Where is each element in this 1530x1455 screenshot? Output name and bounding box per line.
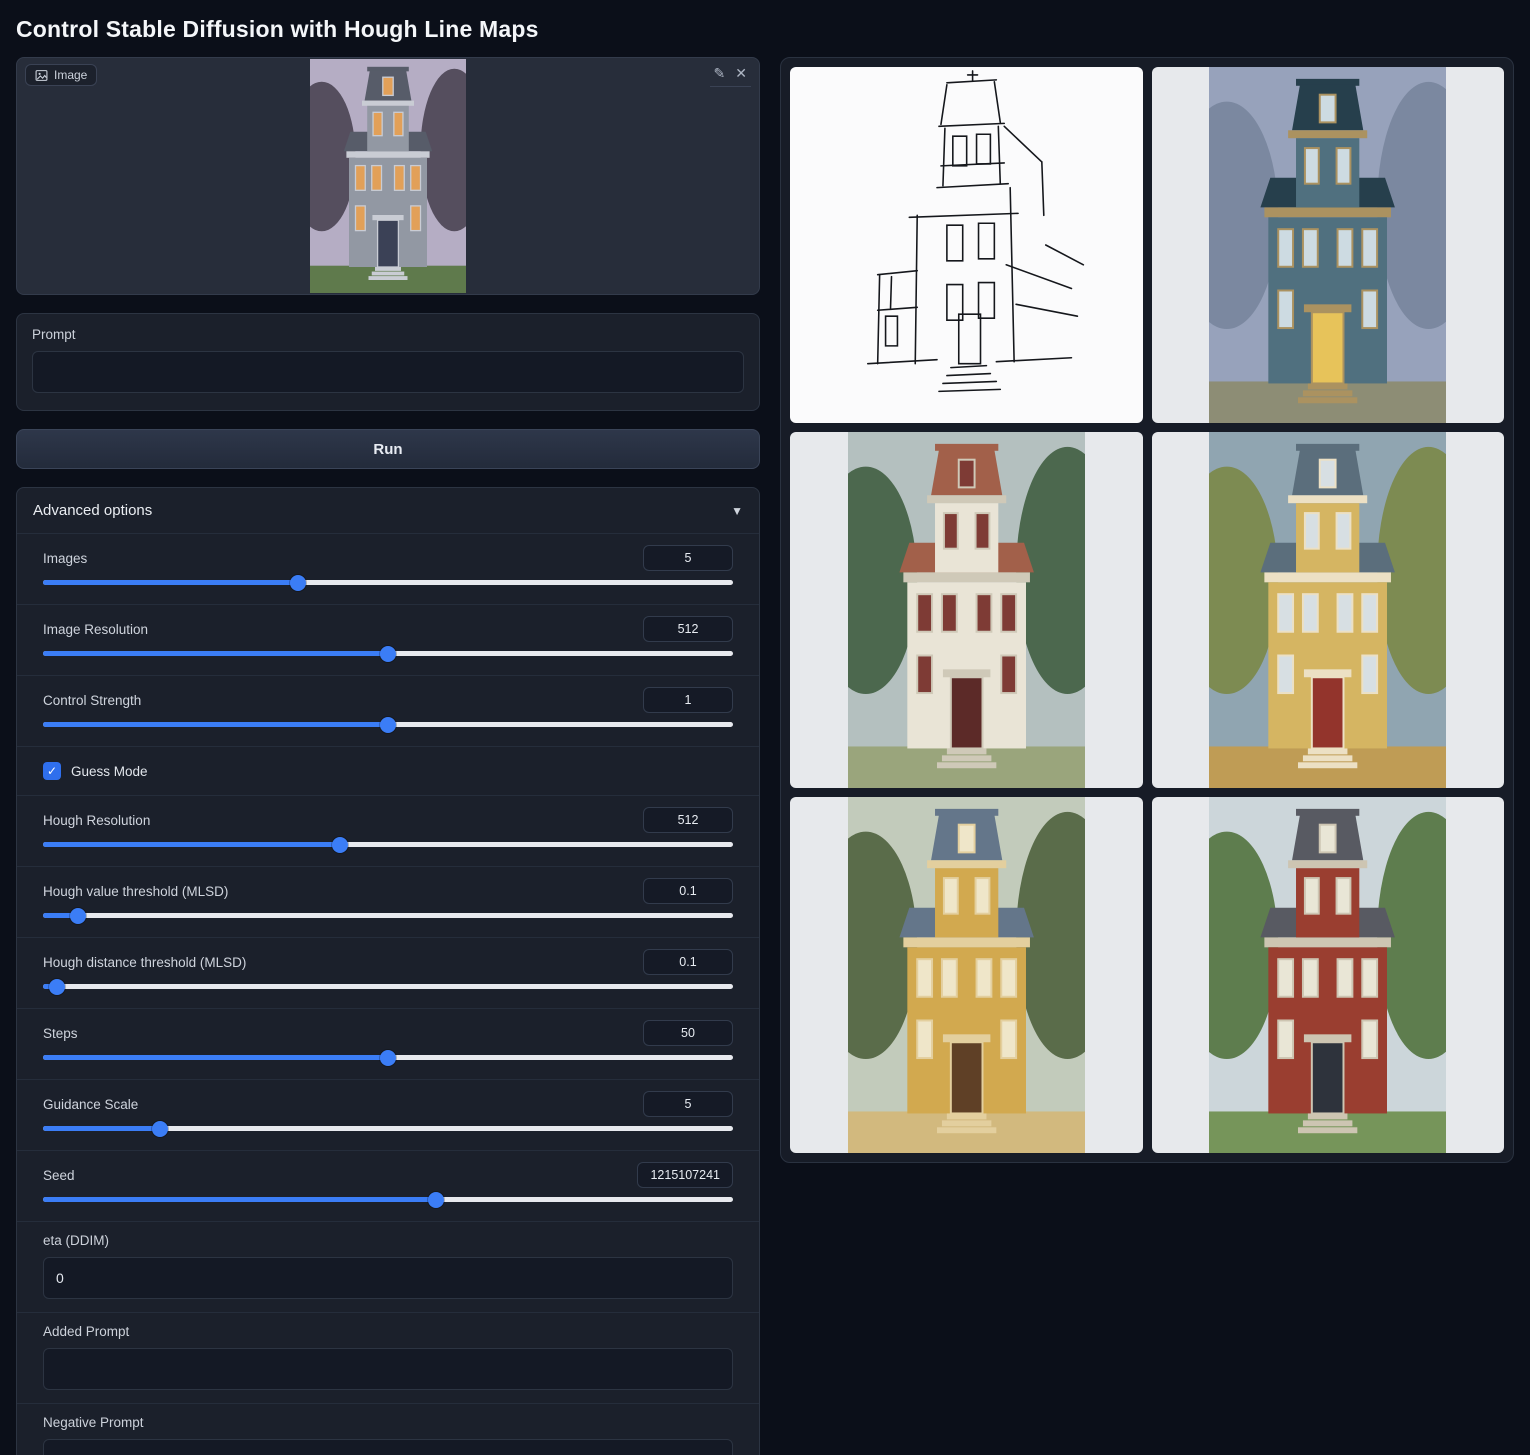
advanced-options-label: Advanced options xyxy=(33,502,152,519)
slider-fill xyxy=(43,1055,388,1060)
image-resolution-label: Image Resolution xyxy=(43,622,148,637)
slider-group-hough-distance-threshold: Hough distance threshold (MLSD) 0.1 xyxy=(17,937,759,1008)
slider-handle[interactable] xyxy=(332,837,348,853)
seed-number-input[interactable]: 1215107241 xyxy=(637,1162,733,1188)
eta-input[interactable] xyxy=(43,1257,733,1299)
slider-fill xyxy=(43,1126,160,1131)
hough-value-threshold-number-input[interactable]: 0.1 xyxy=(643,878,733,904)
page-title: Control Stable Diffusion with Hough Line… xyxy=(0,0,1530,57)
gallery-item-result-5[interactable] xyxy=(1152,797,1505,1153)
images-label: Images xyxy=(43,551,87,566)
steps-label: Steps xyxy=(43,1026,78,1041)
gallery-item-hough-line-map[interactable] xyxy=(790,67,1143,423)
hough-distance-threshold-slider[interactable] xyxy=(43,984,733,989)
run-button[interactable]: Run xyxy=(16,429,760,469)
slider-handle[interactable] xyxy=(380,717,396,733)
input-image[interactable] xyxy=(310,59,466,293)
checkbox-checked-icon: ✓ xyxy=(43,762,61,780)
hough-value-threshold-label: Hough value threshold (MLSD) xyxy=(43,884,228,899)
slider-group-steps: Steps 50 xyxy=(17,1008,759,1079)
prompt-input[interactable] xyxy=(32,351,744,393)
hough-resolution-slider[interactable] xyxy=(43,842,733,847)
prompt-panel: Prompt xyxy=(16,313,760,411)
seed-label: Seed xyxy=(43,1168,75,1183)
guidance-scale-label: Guidance Scale xyxy=(43,1097,138,1112)
hough-distance-threshold-number-input[interactable]: 0.1 xyxy=(643,949,733,975)
image-label-badge: Image xyxy=(25,64,97,86)
gallery-item-result-4[interactable] xyxy=(790,797,1143,1153)
advanced-options-accordion[interactable]: Advanced options ▼ xyxy=(17,488,759,533)
hough-resolution-number-input[interactable]: 512 xyxy=(643,807,733,833)
clear-image-button[interactable]: ✕ xyxy=(735,66,747,80)
negative-prompt-field-group: Negative Prompt xyxy=(17,1403,759,1455)
control-strength-slider[interactable] xyxy=(43,722,733,727)
prompt-label: Prompt xyxy=(32,327,744,342)
guidance-scale-number-input[interactable]: 5 xyxy=(643,1091,733,1117)
eta-label: eta (DDIM) xyxy=(43,1233,733,1248)
slider-group-image-resolution: Image Resolution 512 xyxy=(17,604,759,675)
slider-handle[interactable] xyxy=(380,1050,396,1066)
added-prompt-field-group: Added Prompt xyxy=(17,1312,759,1403)
slider-handle[interactable] xyxy=(380,646,396,662)
edit-image-button[interactable]: ✎ xyxy=(714,66,726,80)
slider-handle[interactable] xyxy=(290,575,306,591)
gallery-item-result-3[interactable] xyxy=(1152,432,1505,788)
slider-fill xyxy=(43,580,298,585)
slider-handle[interactable] xyxy=(49,979,65,995)
controls-column: Image ✎ ✕ xyxy=(16,57,760,1455)
slider-group-hough-resolution: Hough Resolution 512 xyxy=(17,795,759,866)
slider-group-control-strength: Control Strength 1 xyxy=(17,675,759,746)
control-strength-number-input[interactable]: 1 xyxy=(643,687,733,713)
slider-handle[interactable] xyxy=(70,908,86,924)
slider-fill xyxy=(43,722,388,727)
added-prompt-input[interactable] xyxy=(43,1348,733,1390)
image-label: Image xyxy=(54,68,87,82)
chevron-down-icon: ▼ xyxy=(731,504,743,518)
seed-slider[interactable] xyxy=(43,1197,733,1202)
guess-mode-checkbox[interactable]: ✓ Guess Mode xyxy=(17,746,759,795)
generated-image xyxy=(848,432,1085,788)
hough-distance-threshold-label: Hough distance threshold (MLSD) xyxy=(43,955,246,970)
hough-line-map-image xyxy=(848,67,1085,423)
slider-fill xyxy=(43,1197,436,1202)
guidance-scale-slider[interactable] xyxy=(43,1126,733,1131)
image-input-panel: Image ✎ ✕ xyxy=(16,57,760,295)
slider-fill xyxy=(43,651,388,656)
slider-group-images: Images 5 xyxy=(17,533,759,604)
hough-value-threshold-slider[interactable] xyxy=(43,913,733,918)
slider-group-hough-value-threshold: Hough value threshold (MLSD) 0.1 xyxy=(17,866,759,937)
slider-group-guidance-scale: Guidance Scale 5 xyxy=(17,1079,759,1150)
generated-image xyxy=(1209,67,1446,423)
added-prompt-label: Added Prompt xyxy=(43,1324,733,1339)
image-icon xyxy=(35,69,48,82)
negative-prompt-label: Negative Prompt xyxy=(43,1415,733,1430)
results-gallery xyxy=(780,57,1514,1163)
results-column xyxy=(780,57,1514,1163)
gallery-item-result-1[interactable] xyxy=(1152,67,1505,423)
steps-slider[interactable] xyxy=(43,1055,733,1060)
slider-handle[interactable] xyxy=(152,1121,168,1137)
generated-image xyxy=(1209,432,1446,788)
slider-handle[interactable] xyxy=(428,1192,444,1208)
hough-resolution-label: Hough Resolution xyxy=(43,813,150,828)
generated-image xyxy=(848,797,1085,1153)
negative-prompt-input[interactable] xyxy=(43,1439,733,1455)
control-strength-label: Control Strength xyxy=(43,693,141,708)
advanced-options-panel: Advanced options ▼ Images 5 Image Resolu… xyxy=(16,487,760,1455)
image-resolution-number-input[interactable]: 512 xyxy=(643,616,733,642)
slider-fill xyxy=(43,842,340,847)
generated-image xyxy=(1209,797,1446,1153)
slider-group-seed: Seed 1215107241 xyxy=(17,1150,759,1221)
steps-number-input[interactable]: 50 xyxy=(643,1020,733,1046)
images-slider[interactable] xyxy=(43,580,733,585)
guess-mode-label: Guess Mode xyxy=(71,764,148,779)
eta-field-group: eta (DDIM) xyxy=(17,1221,759,1312)
images-number-input[interactable]: 5 xyxy=(643,545,733,571)
image-resolution-slider[interactable] xyxy=(43,651,733,656)
gallery-item-result-2[interactable] xyxy=(790,432,1143,788)
